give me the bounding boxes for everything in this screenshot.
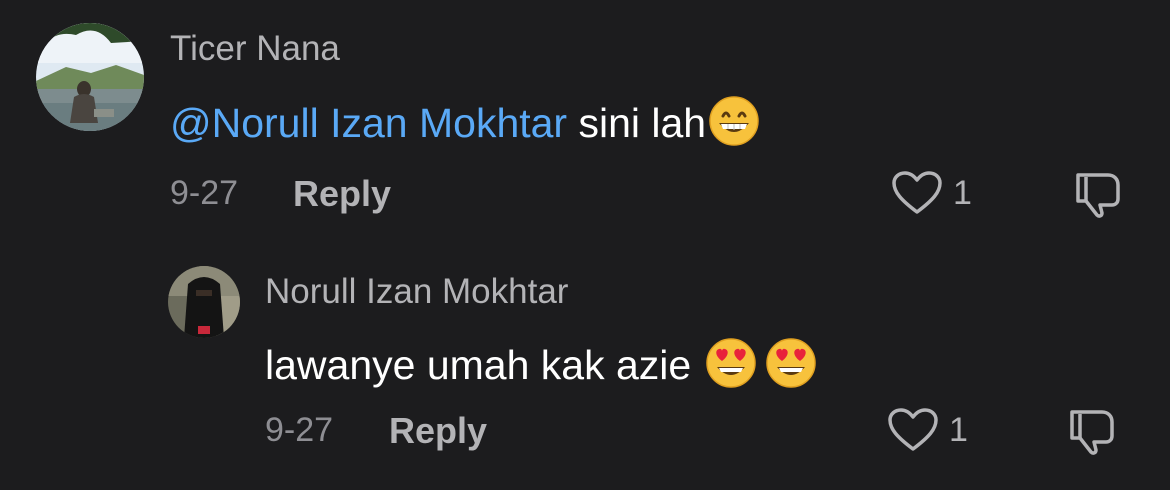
like-count: 1 [953, 173, 972, 212]
reply-text: lawanye umah kak azie [265, 337, 817, 389]
like-button[interactable]: 1 [887, 407, 968, 453]
reply-date: 9-27 [265, 411, 334, 449]
comment-text-content: sini lah [567, 100, 707, 146]
grinning-face-emoji [708, 95, 760, 147]
like-button[interactable]: 1 [891, 170, 972, 216]
reply-text-content: lawanye umah kak azie [265, 342, 703, 388]
heart-icon [892, 171, 942, 214]
reply-button[interactable]: Reply [389, 410, 487, 452]
reply-item: Norull Izan Mokhtar lawanye umah kak azi… [0, 255, 1170, 490]
comment-username[interactable]: Ticer Nana [170, 29, 340, 69]
avatar[interactable] [168, 266, 240, 338]
reply-username[interactable]: Norull Izan Mokhtar [265, 272, 568, 312]
dislike-button[interactable] [1066, 406, 1118, 456]
heart-eyes-emoji [705, 337, 757, 389]
avatar[interactable] [36, 23, 144, 131]
avatar-image [168, 266, 240, 338]
comment-item: Ticer Nana @Norull Izan Mokhtar sini lah… [0, 0, 1170, 240]
heart-icon [888, 408, 938, 451]
reply-button[interactable]: Reply [293, 173, 391, 215]
avatar-image [36, 23, 144, 131]
like-count: 1 [949, 410, 968, 449]
thumbs-down-icon [1076, 173, 1120, 218]
dislike-button[interactable] [1072, 169, 1124, 219]
user-mention[interactable]: @Norull Izan Mokhtar [170, 100, 567, 146]
heart-eyes-emoji [765, 337, 817, 389]
comment-text: @Norull Izan Mokhtar sini lah [170, 95, 760, 147]
comment-date: 9-27 [170, 174, 239, 212]
thumbs-down-icon [1070, 410, 1114, 455]
